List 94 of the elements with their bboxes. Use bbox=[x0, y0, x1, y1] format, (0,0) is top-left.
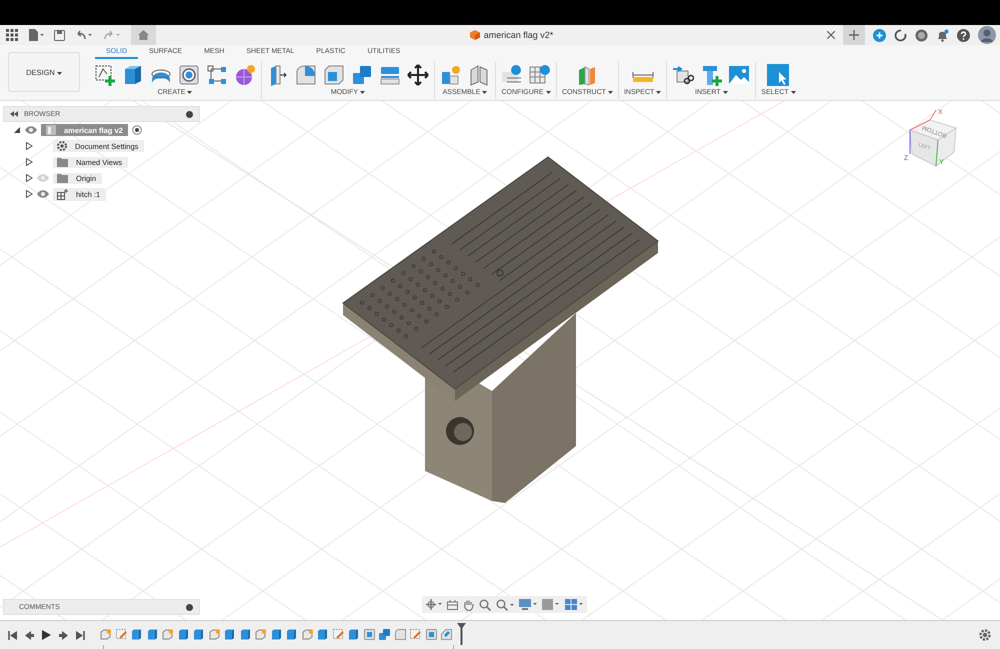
sketch-plus-icon[interactable] bbox=[94, 64, 116, 86]
caret-icon bbox=[56, 72, 62, 74]
expand-triangle-icon[interactable] bbox=[26, 174, 33, 182]
fillet-icon[interactable] bbox=[295, 64, 317, 86]
document-icon bbox=[46, 125, 56, 135]
timeline-extrude-icon[interactable] bbox=[286, 628, 297, 640]
extensions-icon[interactable] bbox=[873, 28, 886, 42]
timeline-component-icon[interactable] bbox=[255, 628, 266, 640]
timeline-combine-icon[interactable] bbox=[379, 628, 390, 640]
step-forward-icon[interactable] bbox=[59, 630, 68, 640]
caret-icon[interactable] bbox=[722, 91, 728, 94]
timeline-extrude-icon[interactable] bbox=[178, 628, 188, 640]
timeline-extrude-icon[interactable] bbox=[131, 628, 142, 640]
timeline-component-icon[interactable] bbox=[100, 628, 111, 640]
expand-triangle-icon[interactable] bbox=[26, 142, 33, 150]
zoom-icon[interactable] bbox=[479, 598, 491, 610]
fastener-icon[interactable] bbox=[700, 64, 722, 86]
home-icon[interactable] bbox=[138, 30, 149, 40]
collapse-triangle-icon[interactable] bbox=[13, 126, 21, 134]
caret-icon[interactable] bbox=[360, 91, 366, 94]
component-icon bbox=[57, 188, 68, 200]
undo-icon[interactable] bbox=[75, 30, 93, 40]
model-drawing[interactable] bbox=[342, 156, 659, 503]
caret-icon[interactable] bbox=[608, 91, 613, 94]
avatar-icon[interactable] bbox=[978, 26, 996, 44]
box-icon[interactable] bbox=[122, 64, 144, 86]
timeline-extrude-icon[interactable] bbox=[270, 628, 282, 640]
save-icon[interactable] bbox=[54, 30, 65, 40]
radio-icon[interactable] bbox=[132, 125, 142, 135]
folder-icon bbox=[57, 174, 68, 182]
timeline-sketch-icon[interactable] bbox=[410, 628, 421, 640]
bell-icon[interactable] bbox=[936, 28, 949, 42]
caret-icon[interactable] bbox=[482, 91, 488, 94]
settings-icon[interactable] bbox=[979, 629, 991, 641]
joint-icon[interactable] bbox=[468, 64, 490, 86]
caret-icon[interactable] bbox=[790, 91, 796, 94]
caret-icon[interactable] bbox=[656, 91, 662, 94]
timeline-extrude-icon[interactable] bbox=[224, 628, 235, 640]
timeline-extrude-icon[interactable] bbox=[193, 628, 204, 640]
expand-triangle-icon[interactable] bbox=[26, 158, 33, 166]
skip-to-start-icon[interactable] bbox=[8, 630, 17, 640]
viewports-icon[interactable] bbox=[565, 598, 583, 610]
image-icon[interactable] bbox=[728, 64, 750, 86]
timeline-extrude-icon[interactable] bbox=[317, 628, 328, 640]
timeline-extrude-icon[interactable] bbox=[240, 628, 250, 640]
clock-icon[interactable] bbox=[915, 28, 928, 42]
sphere-icon[interactable] bbox=[234, 64, 256, 86]
timeline-component-icon[interactable] bbox=[208, 628, 220, 640]
orbit-icon[interactable] bbox=[426, 599, 442, 610]
combine-icon[interactable] bbox=[351, 64, 373, 86]
link-icon[interactable] bbox=[672, 64, 694, 86]
timeline-marker-icon[interactable] bbox=[456, 623, 466, 645]
display-icon[interactable] bbox=[519, 598, 537, 610]
gear-icon bbox=[57, 141, 67, 151]
caret-icon[interactable] bbox=[546, 91, 550, 94]
timeline-sketch-icon[interactable] bbox=[116, 628, 126, 640]
shell-icon[interactable] bbox=[323, 64, 345, 86]
timeline-component-icon[interactable] bbox=[302, 628, 312, 640]
timeline-shell-icon[interactable] bbox=[364, 628, 374, 640]
timeline-shell-icon[interactable] bbox=[426, 628, 436, 640]
app-grid-icon[interactable] bbox=[6, 29, 18, 41]
move-icon[interactable] bbox=[407, 64, 429, 86]
timeline-component-icon[interactable] bbox=[162, 628, 173, 640]
step-back-icon[interactable] bbox=[25, 630, 34, 640]
look-at-icon[interactable] bbox=[447, 599, 458, 610]
sync-icon[interactable] bbox=[894, 28, 907, 42]
timeline-sketch-icon[interactable] bbox=[332, 628, 344, 640]
pan-hand-icon[interactable] bbox=[463, 598, 474, 610]
folder-icon bbox=[57, 158, 68, 166]
skip-to-end-icon[interactable] bbox=[76, 630, 85, 640]
pin-icon[interactable] bbox=[186, 110, 193, 118]
layers-icon[interactable] bbox=[379, 64, 401, 86]
play-icon[interactable] bbox=[42, 630, 51, 640]
table-icon[interactable] bbox=[529, 64, 551, 86]
file-icon[interactable] bbox=[28, 29, 44, 41]
component-icon[interactable] bbox=[440, 64, 462, 86]
document-title[interactable]: american flag v2* bbox=[484, 30, 554, 40]
box-icon bbox=[470, 30, 480, 40]
collapse-icon[interactable] bbox=[10, 111, 18, 117]
hole-icon[interactable] bbox=[178, 64, 200, 86]
plus-icon[interactable] bbox=[849, 30, 859, 40]
close-icon[interactable] bbox=[827, 31, 835, 39]
cursor-icon[interactable] bbox=[767, 64, 790, 86]
expand-triangle-icon[interactable] bbox=[26, 190, 33, 198]
eye-icon[interactable] bbox=[37, 190, 49, 198]
caret-icon[interactable] bbox=[187, 91, 192, 94]
help-icon[interactable] bbox=[957, 28, 970, 42]
pin-icon[interactable] bbox=[186, 604, 193, 610]
timeline-extrude-icon[interactable] bbox=[146, 628, 158, 640]
timeline-chamfer-icon[interactable] bbox=[441, 628, 452, 640]
zoom-window-icon[interactable] bbox=[496, 598, 514, 610]
pattern-icon[interactable] bbox=[206, 64, 228, 86]
timeline-extrude-icon[interactable] bbox=[348, 628, 359, 640]
eye-icon[interactable] bbox=[25, 126, 37, 134]
